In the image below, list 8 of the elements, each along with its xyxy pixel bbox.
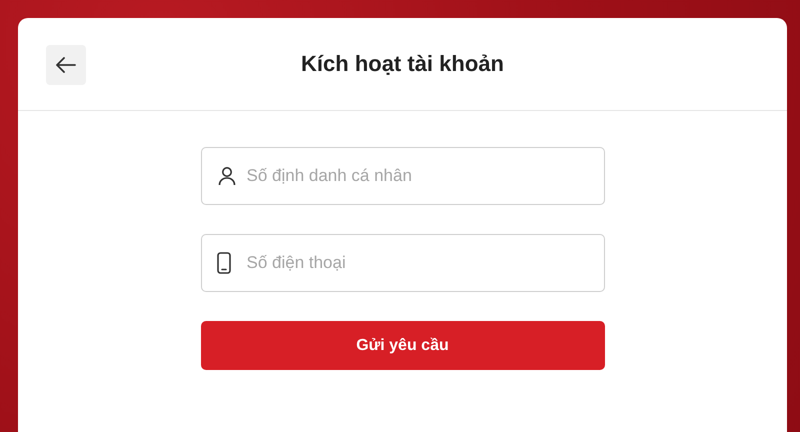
page-title: Kích hoạt tài khoản — [301, 50, 504, 78]
person-icon — [216, 166, 236, 186]
input-field[interactable]: Số định danh cá nhân — [200, 147, 604, 205]
back-button[interactable] — [46, 45, 86, 85]
input-field[interactable]: Số điện thoại — [200, 234, 604, 292]
submit-button[interactable]: Gửi yêu cầu — [200, 321, 604, 370]
phone-icon — [216, 252, 230, 274]
back-arrow-icon — [56, 57, 76, 73]
